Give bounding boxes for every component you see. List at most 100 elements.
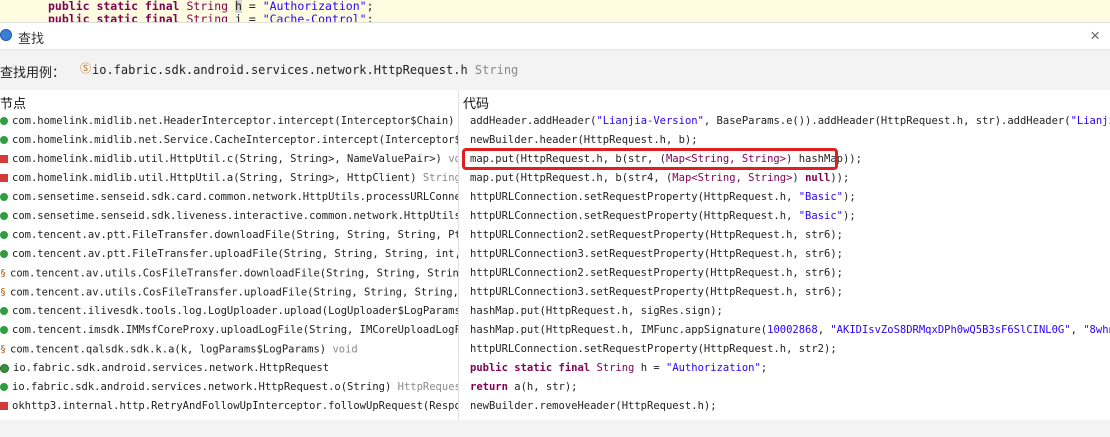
node-type: void [448, 153, 458, 165]
tree-node[interactable]: io.fabric.sdk.android.services.network.H… [0, 359, 329, 378]
code-usage-row[interactable]: httpURLConnection2.setRequestProperty(Ht… [470, 264, 843, 283]
tree-node[interactable]: io.fabric.sdk.android.services.network.H… [0, 378, 458, 397]
static-method-icon: § [0, 268, 7, 279]
code-usage-row[interactable]: httpURLConnection2.setRequestProperty(Ht… [470, 226, 843, 245]
close-icon[interactable]: × [1090, 26, 1100, 46]
usage-header: 查找用例： Ⓢ io.fabric.sdk.android.services.n… [0, 60, 1110, 80]
static-field-icon: Ⓢ [80, 63, 91, 75]
code-keyword: public static final [470, 362, 591, 374]
method-icon [0, 212, 8, 220]
method-icon [0, 326, 8, 334]
code-usage-row[interactable]: httpURLConnection.setRequestProperty(Htt… [470, 207, 856, 226]
code-string: "AKIDIsvZoS8DRMqxDPh0wQ5B3sF6SlCINL0G" [830, 324, 1071, 336]
code-string: "8whnoADaf5USGpm [1083, 324, 1110, 336]
app-icon [0, 29, 12, 41]
code-text: ); [843, 210, 856, 222]
node-label: com.tencent.av.ptt.FileTransfer.download… [12, 229, 458, 241]
tree-node[interactable]: com.tencent.av.ptt.FileTransfer.download… [0, 226, 458, 245]
code-usage-row[interactable]: hashMap.put(HttpRequest.h, sigRes.sign); [470, 302, 723, 321]
tree-node[interactable]: com.sensetime.senseid.sdk.liveness.inter… [0, 207, 458, 226]
node-label: com.homelink.midlib.net.Service.CacheInt… [12, 134, 459, 146]
code-number: 10002868 [767, 324, 818, 336]
node-label: com.sensetime.senseid.sdk.liveness.inter… [12, 210, 458, 222]
method-icon [0, 307, 8, 315]
code-text: )); [830, 172, 850, 184]
code-usage-row[interactable]: httpURLConnection.setRequestProperty(Htt… [470, 188, 856, 207]
nodes-panel: 节点 com.homelink.midlib.net.HeaderInterce… [0, 90, 459, 420]
tree-node[interactable]: com.homelink.midlib.util.HttpUtil.a(Stri… [0, 169, 458, 188]
code-text: httpURLConnection.setRequestProperty(Htt… [470, 191, 799, 203]
node-type: void [332, 343, 358, 356]
node-label: okhttp3.internal.http.RetryAndFollowUpIn… [12, 400, 459, 412]
code-usage-row[interactable]: addHeader.addHeader("Lianjia-Version", B… [470, 112, 1110, 131]
code-text: httpURLConnection.setRequestProperty(Htt… [470, 210, 799, 222]
tree-node[interactable]: com.tencent.imsdk.IMMsfCoreProxy.uploadL… [0, 321, 459, 340]
code-line: public static final String i = "Cache-Co… [48, 12, 374, 22]
code-usage-row[interactable]: hashMap.put(HttpRequest.h, IMFunc.appSig… [470, 321, 1110, 340]
code-string: "Lianjia-Im-Versio [1070, 115, 1110, 127]
node-type: HttpRequest [397, 381, 458, 393]
dialog-title-bar: 查找 × [0, 22, 1110, 50]
code-usage-row[interactable]: newBuilder.removeHeader(HttpRequest.h); [470, 397, 717, 416]
usage-label: 查找用例： [0, 65, 66, 80]
code-text: httpURLConnection2.setRequestProperty(Ht… [470, 267, 843, 279]
node-label: com.tencent.qalsdk.sdk.k.a(k, logParams$… [10, 343, 327, 356]
code-type: String [596, 362, 635, 374]
node-label: com.tencent.av.utils.CosFileTransfer.dow… [10, 267, 459, 280]
node-label: com.tencent.ilivesdk.tools.log.LogUpload… [12, 305, 459, 317]
code-generic: Map<String, String> [672, 172, 793, 184]
code-usage-row[interactable]: httpURLConnection3.setRequestProperty(Ht… [470, 245, 843, 264]
tree-node[interactable]: okhttp3.internal.http.RetryAndFollowUpIn… [0, 397, 459, 416]
tree-node[interactable]: com.tencent.ilivesdk.tools.log.LogUpload… [0, 302, 459, 321]
code-text: newBuilder.removeHeader(HttpRequest.h); [470, 400, 717, 412]
editor-code-strip: public static final String h = "Authoriz… [0, 0, 1110, 22]
node-label: com.homelink.midlib.util.HttpUtil.a(Stri… [12, 172, 417, 184]
class-icon [0, 363, 9, 373]
code-text: a(h, str); [507, 381, 578, 393]
static-method-icon: § [0, 287, 7, 298]
code-usage-row[interactable]: return a(h, str); [470, 378, 577, 397]
code-usage-row[interactable]: httpURLConnection.setRequestProperty(Htt… [470, 340, 837, 359]
tree-node[interactable]: com.homelink.midlib.util.HttpUtil.c(Stri… [0, 150, 458, 169]
code-string: "Basic" [798, 210, 843, 222]
tree-node[interactable]: com.tencent.av.ptt.FileTransfer.uploadFi… [0, 245, 458, 264]
tree-node[interactable]: § com.tencent.av.utils.CosFileTransfer.do… [0, 264, 459, 283]
private-method-icon [0, 402, 8, 410]
code-text: ; [760, 362, 768, 374]
tree-node[interactable]: § com.tencent.av.utils.CosFileTransfer.up… [0, 283, 458, 302]
dialog-title: 查找 [18, 31, 45, 46]
status-bar [0, 420, 1110, 437]
code-text: httpURLConnection2.setRequestProperty(Ht… [470, 229, 843, 241]
node-label: com.tencent.imsdk.IMMsfCoreProxy.uploadL… [12, 324, 459, 336]
code-usage-row[interactable]: map.put(HttpRequest.h, b(str4, (Map<Stri… [470, 169, 849, 188]
code-text: ) [792, 172, 806, 184]
tree-node[interactable]: com.homelink.midlib.net.HeaderIntercepto… [0, 112, 458, 131]
tree-node[interactable]: com.homelink.midlib.net.Service.CacheInt… [0, 131, 459, 150]
code-text: hashMap.put(HttpRequest.h, IMFunc.appSig… [470, 324, 768, 336]
code-text: map.put(HttpRequest.h, b(str4, ( [470, 172, 673, 184]
tree-node[interactable]: § com.tencent.qalsdk.sdk.k.a(k, logParams… [0, 340, 358, 359]
code-string: "Basic" [798, 191, 843, 203]
tree-node[interactable]: com.sensetime.senseid.sdk.card.common.ne… [0, 188, 458, 207]
code-header: 代码 [463, 96, 490, 111]
node-label: com.sensetime.senseid.sdk.card.common.ne… [12, 191, 458, 203]
method-icon [0, 250, 8, 258]
node-label: io.fabric.sdk.android.services.network.H… [13, 362, 330, 374]
code-usage-row[interactable]: public static final String h = "Authoriz… [470, 359, 767, 378]
node-label: com.homelink.midlib.net.HeaderIntercepto… [12, 115, 455, 127]
code-text: , [817, 324, 831, 336]
code-text: addHeader.addHeader( [470, 115, 597, 127]
method-icon [0, 136, 8, 144]
code-keyword: return [470, 381, 508, 393]
code-text: , BaseParams.e()).addHeader(HttpRequest.… [703, 115, 1071, 127]
method-icon [0, 117, 8, 125]
code-panel: 代码 addHeader.addHeader("Lianjia-Version"… [459, 90, 1110, 420]
node-label: com.homelink.midlib.util.HttpUtil.c(Stri… [12, 153, 442, 165]
node-label: io.fabric.sdk.android.services.network.H… [12, 381, 392, 393]
highlight-annotation [462, 148, 838, 170]
code-usage-row[interactable]: httpURLConnection3.setRequestProperty(Ht… [470, 283, 843, 302]
method-icon [0, 383, 8, 391]
code-text: httpURLConnection.setRequestProperty(Htt… [470, 343, 837, 355]
code-text: = [647, 362, 666, 374]
code-string: "Lianjia-Version" [596, 115, 704, 127]
